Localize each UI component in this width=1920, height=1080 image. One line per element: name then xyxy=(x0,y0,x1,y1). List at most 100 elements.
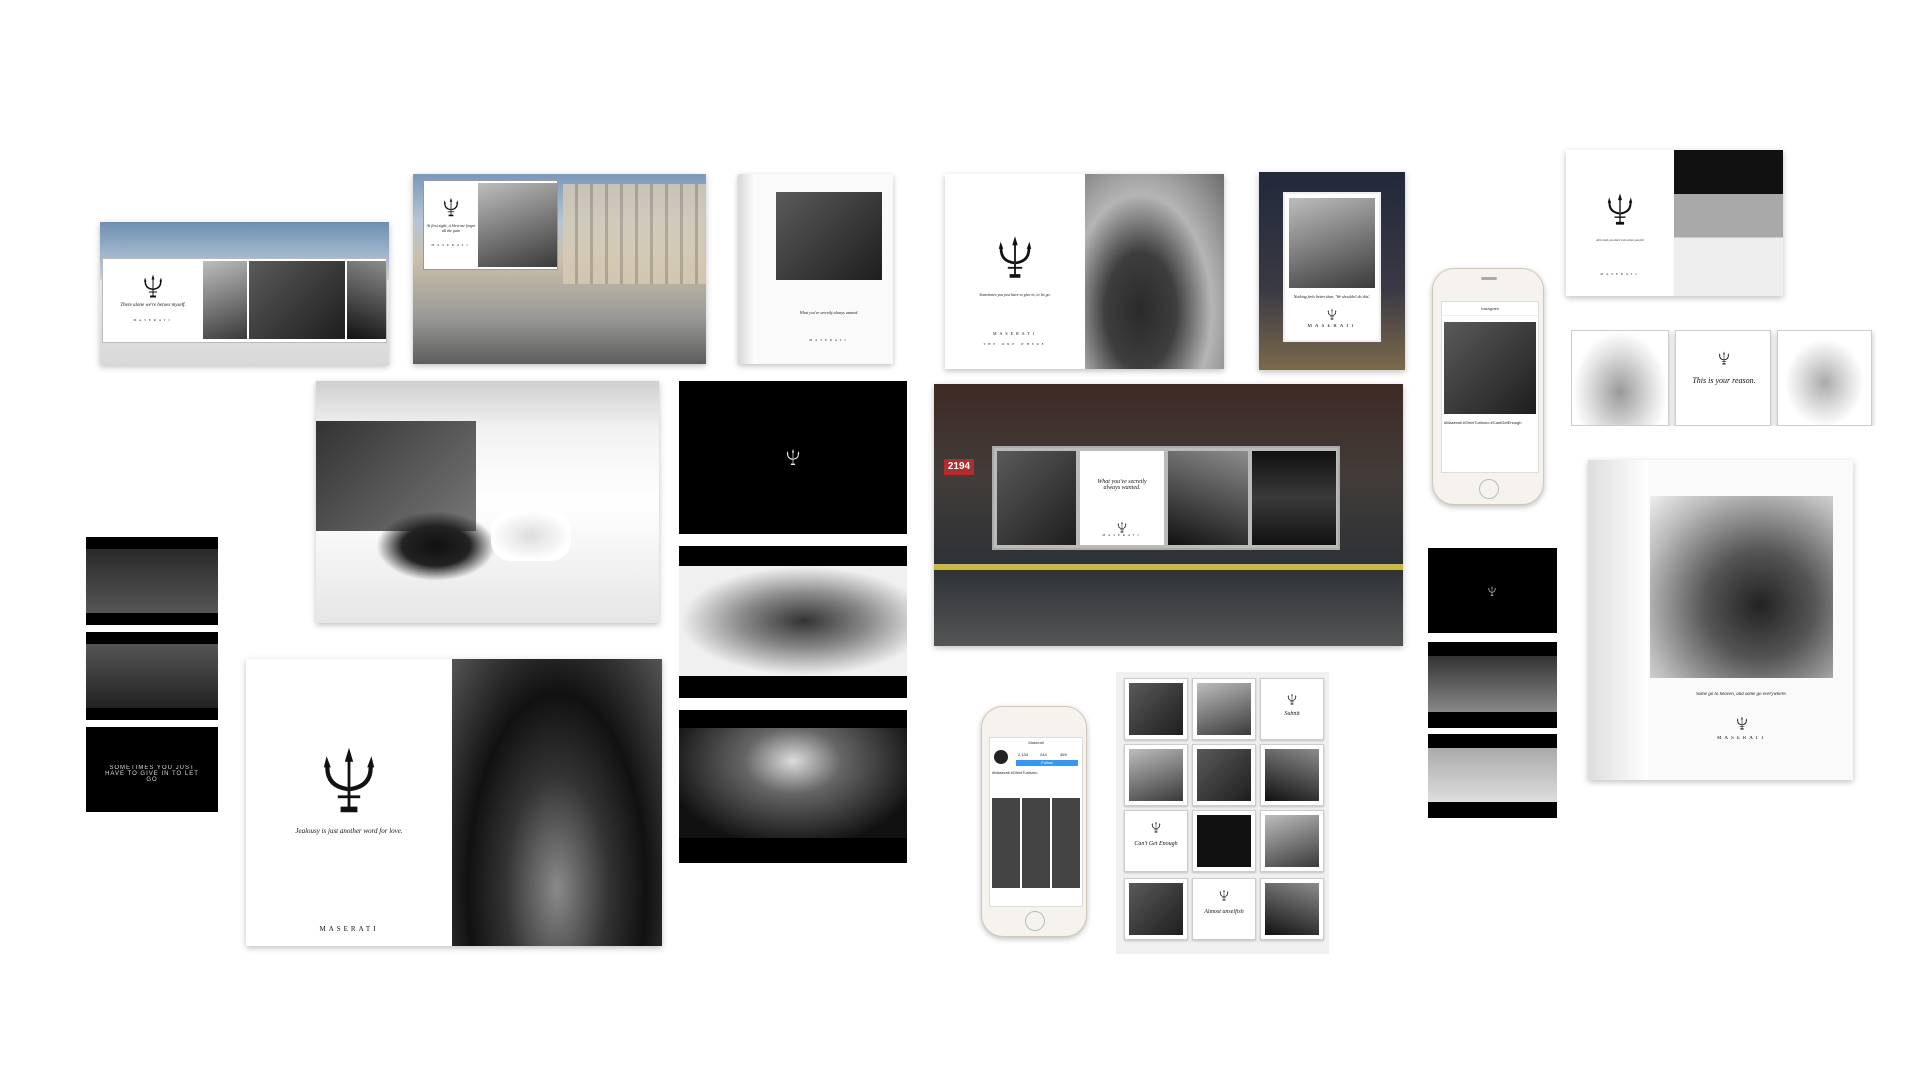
instagram-grid: Subnit Can't Get Enough Almost unselfish xyxy=(1116,672,1329,954)
grid-cell-cant: Can't Get Enough xyxy=(1124,810,1188,872)
grid-cell xyxy=(1260,744,1324,806)
phone-bottom-stat-2: 244 xyxy=(1040,752,1047,757)
brand-name: MASERATI xyxy=(319,925,379,933)
trident-logo-icon xyxy=(997,234,1033,280)
trident-logo-icon xyxy=(1488,586,1496,596)
film-night-frame xyxy=(679,710,907,863)
billboard-paris: At first sight, it blew me forget all th… xyxy=(413,174,706,364)
trident-logo-icon xyxy=(1287,693,1297,705)
brand-name: MASERATI xyxy=(809,338,849,342)
phone-bottom-hashtag: #Maserati #GhiniTuriismo xyxy=(992,770,1038,775)
film-right-logo xyxy=(1428,548,1557,633)
billboard-street-panel: There alone we're heroes myself. MASERAT… xyxy=(102,258,387,343)
grid-cant-text: Can't Get Enough xyxy=(1134,841,1178,847)
film-frame-1 xyxy=(86,537,218,625)
building-facade xyxy=(563,184,706,284)
billboard-street-photo-1 xyxy=(203,261,247,339)
subway-panel-4 xyxy=(1252,451,1336,545)
trident-logo-icon xyxy=(786,448,800,466)
grid-cell-subnit: Subnit xyxy=(1260,678,1324,740)
trident-logo-icon xyxy=(321,745,377,815)
brand-name: MASERATI xyxy=(1600,272,1640,276)
trident-logo-icon xyxy=(1327,308,1337,320)
billboard-street-photo-3 xyxy=(347,261,386,339)
trident-logo-icon xyxy=(1219,889,1229,901)
billboard-paris-photo xyxy=(478,183,557,267)
brand-name: MASERATI xyxy=(431,243,471,247)
magazine-right: Some go to heaven, and some go everywher… xyxy=(1588,460,1853,780)
grid-cell xyxy=(1260,878,1324,940)
phone-top-header: Instagram xyxy=(1442,302,1538,316)
home-button[interactable] xyxy=(1479,479,1499,499)
brand-name: MASERATI xyxy=(992,331,1037,336)
spread-grille: Sometimes you just have to give in, to l… xyxy=(945,174,1224,369)
trident-logo-icon xyxy=(1151,821,1161,833)
grid-cell xyxy=(1260,810,1324,872)
magazine-drive-tagline: What you've secretly always wanted. xyxy=(799,310,859,315)
film-right-frame-3 xyxy=(1428,734,1557,818)
trident-logo-icon xyxy=(1718,351,1730,365)
film-logo-frame xyxy=(679,381,907,534)
brand-name: MASERATI xyxy=(1716,736,1766,741)
trident-logo-icon xyxy=(1736,716,1748,730)
film-frame-2 xyxy=(86,632,218,720)
home-button[interactable] xyxy=(1025,911,1045,931)
grid-cell xyxy=(1124,744,1188,806)
reason-strip-car-right xyxy=(1777,330,1872,426)
spread-grille-tagline: Sometimes you just have to give in, to l… xyxy=(979,292,1051,297)
subway-tagline: What you've secretly always wanted. xyxy=(1097,479,1147,491)
film-woman-frame xyxy=(679,546,907,698)
trident-logo-icon xyxy=(1606,192,1634,226)
spread-beach-tagline: All in bed, you don't even when you feel xyxy=(1596,238,1644,242)
phone-bottom-stat-3: 459 xyxy=(1060,752,1067,757)
phone-bottom: Maserati 2,134 244 459 Follow #Maserati … xyxy=(981,706,1087,937)
spread-beach: All in bed, you don't even when you feel… xyxy=(1566,150,1783,296)
poster-group-photo xyxy=(1289,198,1375,288)
trident-logo-icon xyxy=(143,273,163,299)
spread-keys-tagline: Jealousy is just another word for love. xyxy=(295,827,403,835)
phone-top-post-image xyxy=(1444,322,1536,414)
phone-bottom-avatar xyxy=(994,750,1008,764)
subway-panel-2: What you've secretly always wanted. MASE… xyxy=(1080,451,1164,545)
brand-name: MASERATI xyxy=(1307,324,1357,329)
brand-name: MASERATI xyxy=(1102,533,1142,537)
subway-panel-1 xyxy=(997,451,1076,545)
spread-grille-photo xyxy=(1085,174,1224,369)
grid-cell xyxy=(1124,878,1188,940)
grid-cell xyxy=(1192,744,1256,806)
film-caption: SOMETIMES YOU JUST HAVE TO GIVE IN TO LE… xyxy=(105,765,199,783)
grid-cell xyxy=(1192,678,1256,740)
trident-logo-icon xyxy=(1117,521,1127,533)
showroom-photo xyxy=(316,381,659,623)
phone-bottom-stat-1: 2,134 xyxy=(1018,752,1029,757)
spread-keys: Jealousy is just another word for love. … xyxy=(246,659,662,946)
phone-bottom-grid xyxy=(992,798,1080,888)
phone-top: Instagram #Maserati #GhiniTuriismo #Cant… xyxy=(1432,268,1544,505)
reason-strip-tagline: This is your reason. xyxy=(1692,376,1756,385)
film-frame-3: SOMETIMES YOU JUST HAVE TO GIVE IN TO LE… xyxy=(86,727,218,812)
reason-strip-car-left xyxy=(1571,330,1669,426)
magazine-drive: What you've secretly always wanted. MASE… xyxy=(738,174,893,364)
grid-almost-text: Almost unselfish xyxy=(1204,909,1244,915)
spread-grille-footer: THE ONE WHERE xyxy=(983,342,1047,346)
subway-panels: What you've secretly always wanted. MASE… xyxy=(992,446,1340,550)
billboard-street: There alone we're heroes myself. MASERAT… xyxy=(100,222,389,365)
reason-strip: This is your reason. xyxy=(1571,330,1876,426)
grid-cell xyxy=(1124,678,1188,740)
reason-strip-card: This is your reason. xyxy=(1675,330,1771,426)
phone-bottom-profile: Maserati xyxy=(1028,740,1044,745)
phone-bottom-follow-button[interactable]: Follow xyxy=(1016,760,1078,766)
billboard-paris-panel: At first sight, it blew me forget all th… xyxy=(423,180,558,270)
film-right-frame-2 xyxy=(1428,642,1557,728)
brand-name: MASERATI xyxy=(133,318,173,322)
poster-group: Nothing feels better than, 'We shouldn't… xyxy=(1259,172,1405,370)
grid-cell-almost: Almost unselfish xyxy=(1192,878,1256,940)
magazine-right-tagline: Some go to heaven, and some go everywher… xyxy=(1696,692,1787,697)
grid-cell xyxy=(1192,810,1256,872)
billboard-paris-tagline: At first sight, it blew me forget all th… xyxy=(426,223,476,233)
subway-train-number: 2194 xyxy=(944,459,974,475)
phone-top-hashtags: #Maserati #GhiniTuriismo #CantGetEnough xyxy=(1444,420,1522,425)
subway-platform: 2194 What you've secretly always wanted.… xyxy=(934,384,1403,646)
magazine-drive-photo xyxy=(776,192,882,280)
billboard-street-tagline: There alone we're heroes myself. xyxy=(120,303,186,308)
